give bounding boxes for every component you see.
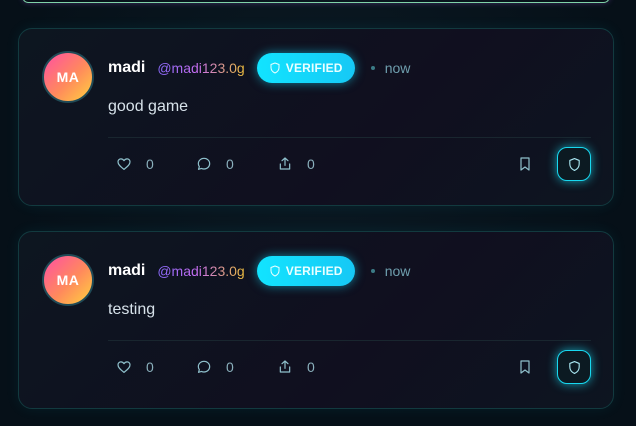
heart-icon xyxy=(117,158,131,170)
post-timestamp: now xyxy=(384,60,411,76)
shield-icon xyxy=(270,62,280,74)
post-card: MA madi @madi123.0g VERIFIED now good ga… xyxy=(18,28,614,206)
post-actions: 0 0 0 xyxy=(108,348,591,386)
moderate-button[interactable] xyxy=(557,350,591,384)
divider xyxy=(108,340,591,341)
verified-badge-label: VERIFIED xyxy=(285,61,343,75)
separator-dot xyxy=(370,269,375,273)
divider xyxy=(108,137,591,138)
comment-button[interactable]: 0 xyxy=(196,348,234,386)
post-card: MA madi @madi123.0g VERIFIED now testing… xyxy=(18,231,614,409)
comment-button[interactable]: 0 xyxy=(196,145,234,183)
comment-count: 0 xyxy=(226,156,234,172)
share-upload-icon xyxy=(279,360,291,373)
author-name[interactable]: madi xyxy=(108,262,145,280)
author-handle[interactable]: @madi123.0g xyxy=(157,60,244,76)
bookmark-button[interactable] xyxy=(517,156,533,172)
bookmark-button[interactable] xyxy=(517,359,533,375)
post-header: madi @madi123.0g VERIFIED now xyxy=(108,51,410,85)
avatar[interactable]: MA xyxy=(42,51,94,103)
share-upload-icon xyxy=(279,157,291,170)
comment-bubble-icon xyxy=(197,157,211,170)
feed-container: MA madi @madi123.0g VERIFIED now good ga… xyxy=(0,0,636,426)
separator-dot xyxy=(370,66,375,70)
post-timestamp: now xyxy=(384,263,411,279)
author-name[interactable]: madi xyxy=(108,59,145,77)
share-button[interactable]: 0 xyxy=(277,145,315,183)
like-button[interactable]: 0 xyxy=(116,145,154,183)
share-count: 0 xyxy=(307,359,315,375)
bookmark-icon xyxy=(520,360,530,374)
share-button[interactable]: 0 xyxy=(277,348,315,386)
heart-icon xyxy=(117,361,131,373)
verified-badge-label: VERIFIED xyxy=(285,264,343,278)
comment-count: 0 xyxy=(226,359,234,375)
like-count: 0 xyxy=(146,156,154,172)
avatar[interactable]: MA xyxy=(42,254,94,306)
post-actions: 0 0 0 xyxy=(108,145,591,183)
like-count: 0 xyxy=(146,359,154,375)
verified-badge: VERIFIED xyxy=(256,256,355,286)
shield-icon xyxy=(270,265,280,277)
previous-post-edge xyxy=(22,0,610,3)
like-button[interactable]: 0 xyxy=(116,348,154,386)
author-handle[interactable]: @madi123.0g xyxy=(157,263,244,279)
post-header: madi @madi123.0g VERIFIED now xyxy=(108,254,410,288)
comment-bubble-icon xyxy=(197,360,211,373)
verified-badge: VERIFIED xyxy=(256,53,355,83)
share-count: 0 xyxy=(307,156,315,172)
shield-icon xyxy=(568,157,580,171)
bookmark-icon xyxy=(520,157,530,171)
shield-icon xyxy=(568,360,580,374)
moderate-button[interactable] xyxy=(557,147,591,181)
post-text: good game xyxy=(108,98,189,115)
post-text: testing xyxy=(108,301,156,318)
